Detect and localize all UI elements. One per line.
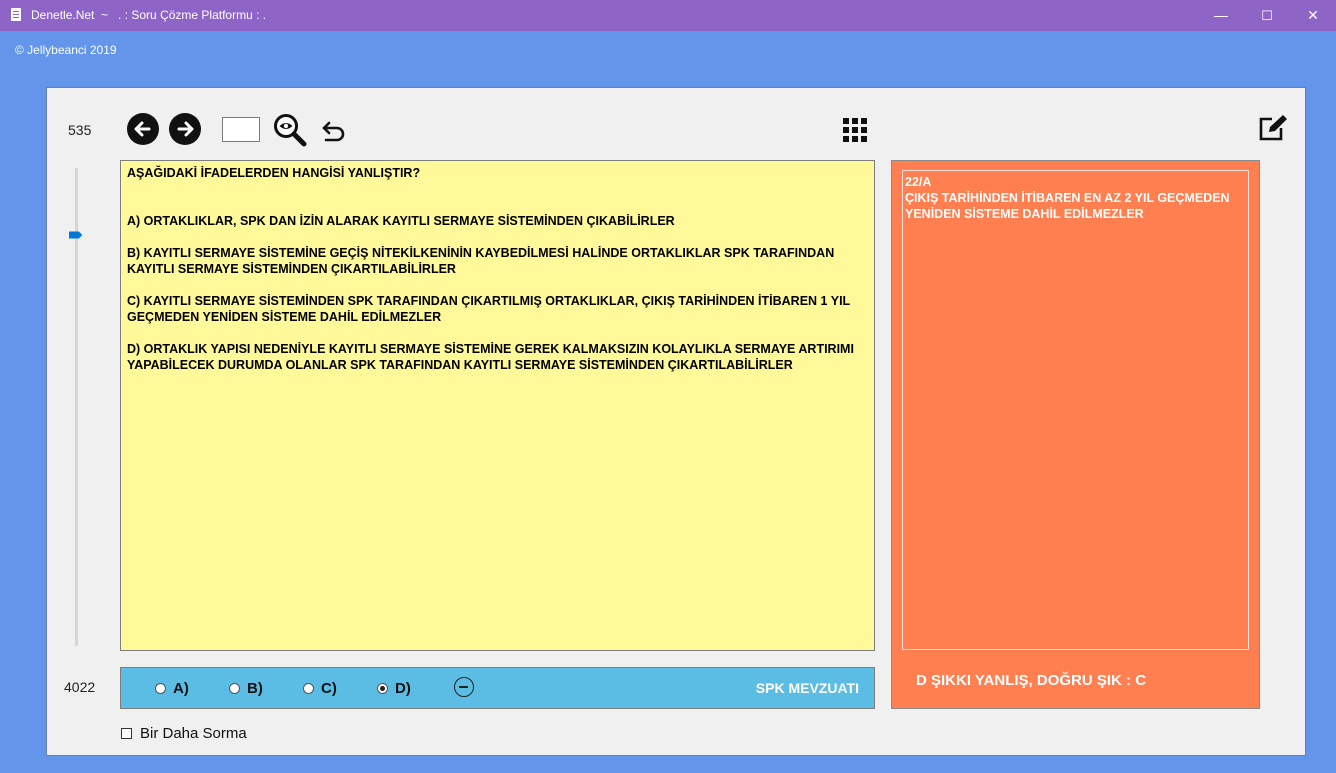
edit-icon[interactable] <box>1258 114 1288 142</box>
previous-button[interactable] <box>127 113 159 145</box>
back-arrow-icon <box>134 121 151 137</box>
option-a-label: A) <box>173 679 189 697</box>
answer-reference: 22/A <box>905 175 932 189</box>
title-bar: Denetle.Net ~ . : Soru Çözme Platformu :… <box>0 0 1336 31</box>
forward-arrow-icon <box>177 121 194 137</box>
next-button[interactable] <box>169 113 201 145</box>
option-c-text: C) KAYITLI SERMAYE SİSTEMİNDEN SPK TARAF… <box>127 294 850 324</box>
option-a-radio[interactable]: A) <box>155 679 189 697</box>
clear-selection-button[interactable] <box>454 677 474 697</box>
option-a-text: A) ORTAKLIKLAR, SPK DAN İZİN ALARAK KAYI… <box>127 214 675 228</box>
question-slider-thumb[interactable] <box>69 230 83 240</box>
option-c-label: C) <box>321 679 337 697</box>
window-title: Denetle.Net ~ . : Soru Çözme Platformu :… <box>31 8 267 22</box>
answer-bar: A) B) C) D) SPK MEVZUATI <box>120 667 875 709</box>
category-label: SPK MEVZUATI <box>755 680 859 696</box>
option-d-label: D) <box>395 679 411 697</box>
option-b-radio[interactable]: B) <box>229 679 263 697</box>
main-panel: 535 4022 AŞAĞIDAKİ İFADELERDEN HANGİSİ Y <box>46 87 1306 756</box>
answer-explanation-box: 22/A ÇIKIŞ TARİHİNDEN İTİBAREN EN AZ 2 Y… <box>902 170 1249 650</box>
option-b-text: B) KAYITLI SERMAYE SİSTEMİNE GEÇİŞ NİTEK… <box>127 246 835 276</box>
question-text: AŞAĞIDAKİ İFADELERDEN HANGİSİ YANLIŞTIR? <box>127 166 421 180</box>
radio-circle[interactable] <box>155 682 166 694</box>
option-d-radio[interactable]: D) <box>377 679 411 697</box>
checkbox-box[interactable] <box>121 728 132 739</box>
dont-ask-again-checkbox[interactable]: Bir Daha Sorma <box>121 725 247 742</box>
grid-icon[interactable] <box>843 118 868 143</box>
option-c-radio[interactable]: C) <box>303 679 337 697</box>
answer-explanation: ÇIKIŞ TARİHİNDEN İTİBAREN EN AZ 2 YIL GE… <box>905 191 1230 221</box>
total-question-count: 4022 <box>64 679 96 695</box>
copyright-text: © Jellybeanci 2019 <box>15 43 117 57</box>
question-number-input[interactable] <box>222 117 260 142</box>
question-box: AŞAĞIDAKİ İFADELERDEN HANGİSİ YANLIŞTIR?… <box>120 160 875 651</box>
answer-result: D ŞIKKI YANLIŞ, DOĞRU ŞIK : C <box>916 672 1147 689</box>
radio-circle[interactable] <box>229 682 240 694</box>
dont-ask-again-label: Bir Daha Sorma <box>140 725 247 742</box>
answer-panel: 22/A ÇIKIŞ TARİHİNDEN İTİBAREN EN AZ 2 Y… <box>891 160 1260 709</box>
option-d-text: D) ORTAKLIK YAPISI NEDENİYLE KAYITLI SER… <box>127 342 854 372</box>
search-icon[interactable] <box>273 113 307 147</box>
radio-circle-selected[interactable] <box>377 682 388 694</box>
close-button[interactable]: ✕ <box>1290 0 1336 31</box>
current-question-number: 535 <box>68 122 92 138</box>
option-b-label: B) <box>247 679 263 697</box>
radio-circle[interactable] <box>303 682 314 694</box>
minimize-button[interactable]: — <box>1198 0 1244 31</box>
app-icon <box>11 8 21 21</box>
undo-icon[interactable] <box>321 119 347 143</box>
maximize-button[interactable]: ☐ <box>1244 0 1290 31</box>
